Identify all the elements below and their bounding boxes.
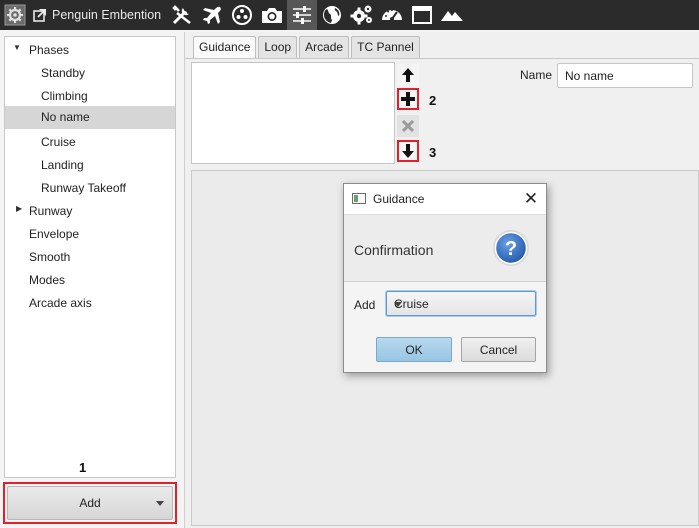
guidance-dialog: Guidance ✕ Confirmation ? Add Cruise OK … [343, 183, 547, 373]
tree-item-runway[interactable]: Runway [29, 200, 72, 222]
add-button[interactable]: Add [7, 486, 173, 520]
ok-button[interactable]: OK [376, 337, 452, 362]
phase-list[interactable] [191, 62, 395, 164]
annotation-number-3: 3 [429, 145, 437, 160]
globe-icon[interactable] [317, 0, 347, 30]
close-x-icon [402, 120, 414, 132]
arrow-up-icon [402, 68, 414, 82]
move-down-button[interactable] [397, 140, 419, 162]
svg-text:?: ? [505, 238, 517, 260]
dialog-header: Confirmation ? [344, 214, 546, 282]
add-button-label: Add [79, 496, 101, 510]
top-toolbar: Penguin Embention [0, 0, 699, 30]
tools-icon[interactable] [167, 0, 197, 30]
dots-circle-icon[interactable] [227, 0, 257, 30]
gauge-icon[interactable] [377, 0, 407, 30]
dropdown-arrow-icon[interactable] [156, 501, 164, 506]
dialog-titlebar[interactable]: Guidance ✕ [344, 184, 546, 214]
tab-tc-pannel[interactable]: TC Pannel [351, 36, 420, 58]
annotation-number-1: 1 [79, 460, 87, 475]
camera-icon[interactable] [257, 0, 287, 30]
mountains-icon[interactable] [437, 0, 467, 30]
remove-item-button[interactable] [397, 115, 419, 137]
tree-item-no-name[interactable]: No name [5, 106, 175, 129]
external-link-icon[interactable] [32, 7, 48, 23]
sliders-icon[interactable] [287, 0, 318, 30]
tree-item-cruise[interactable]: Cruise [41, 131, 76, 153]
dialog-add-label: Add [354, 298, 376, 312]
add-item-button[interactable] [397, 88, 419, 110]
tree-item-climbing[interactable]: Climbing [41, 85, 88, 107]
tree-item-phases[interactable]: Phases [29, 39, 69, 61]
airplane-icon[interactable] [197, 0, 227, 30]
tab-loop[interactable]: Loop [258, 36, 298, 58]
tree-item-envelope[interactable]: Envelope [29, 223, 79, 245]
cancel-button[interactable]: Cancel [461, 337, 536, 362]
tree-item-standby[interactable]: Standby [41, 62, 85, 84]
tab-divider [185, 58, 699, 59]
tab-bar: Guidance Loop Arcade TC Pannel [193, 36, 422, 58]
dialog-title: Guidance [373, 192, 425, 206]
tree-item-runway-takeoff[interactable]: Runway Takeoff [41, 177, 126, 199]
question-icon: ? [493, 230, 529, 266]
tree-item-arcade-axis[interactable]: Arcade axis [29, 292, 92, 314]
expanded-arrow-icon[interactable]: ▼ [13, 43, 21, 52]
phase-type-select[interactable]: Cruise [386, 291, 536, 316]
name-input[interactable] [557, 63, 693, 88]
tree-item-landing[interactable]: Landing [41, 154, 84, 176]
tree-panel: ▼ Phases Standby Climbing No name Cruise… [4, 36, 176, 478]
tab-guidance[interactable]: Guidance [193, 36, 257, 58]
app-gear-icon[interactable] [0, 0, 30, 30]
tree-item-smooth[interactable]: Smooth [29, 246, 70, 268]
dialog-body: Add Cruise OK Cancel [344, 282, 546, 372]
tab-arcade[interactable]: Arcade [299, 36, 350, 58]
tree-item-modes[interactable]: Modes [29, 269, 65, 291]
gears-icon[interactable] [347, 0, 377, 30]
plus-icon [401, 92, 415, 106]
add-button-highlight: Add [3, 482, 177, 524]
window-app-icon [352, 193, 366, 204]
close-icon[interactable]: ✕ [523, 190, 539, 207]
name-label: Name [520, 68, 553, 82]
annotation-number-2: 2 [429, 93, 437, 108]
app-title: Penguin Embention [52, 8, 162, 22]
move-up-button[interactable] [397, 64, 419, 86]
arrow-down-icon [402, 144, 414, 158]
chevron-down-icon [394, 302, 402, 307]
collapsed-arrow-icon[interactable]: ▶ [16, 204, 22, 213]
window-icon[interactable] [407, 0, 437, 30]
dialog-heading: Confirmation [354, 242, 434, 258]
